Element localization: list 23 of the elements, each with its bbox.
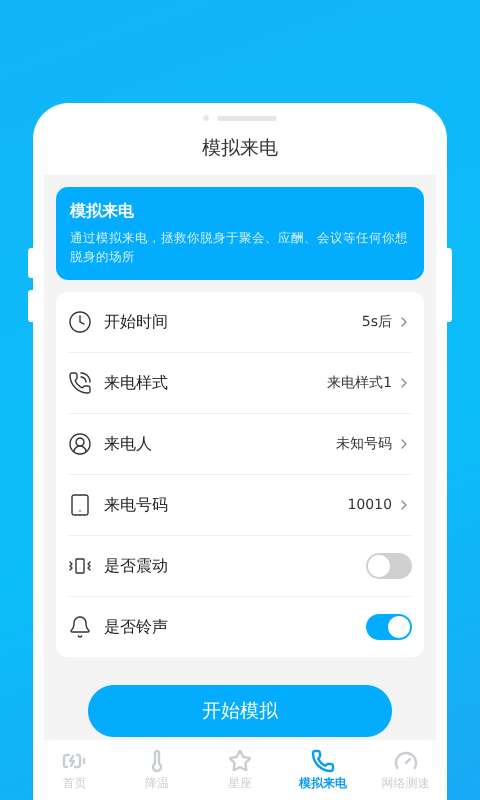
user-icon (68, 432, 92, 456)
setting-value[interactable]: 10010 (347, 497, 392, 513)
setting-label: 开始时间 (104, 312, 169, 332)
star-icon (228, 748, 252, 772)
page-title: 模拟来电 (202, 136, 278, 161)
toggle-switch[interactable] (366, 553, 412, 579)
setting-label: 是否震动 (104, 556, 169, 576)
setting-value[interactable]: 未知号码 (336, 435, 392, 453)
setting-label: 来电人 (104, 434, 153, 454)
setting-label: 是否铃声 (104, 616, 169, 638)
setting-value[interactable]: 5s后 (362, 313, 392, 331)
toggle-switch[interactable] (366, 614, 412, 640)
setting-label: 来电样式 (104, 372, 169, 394)
start-button[interactable]: 开始模拟 (88, 685, 392, 737)
bell-icon (68, 615, 92, 639)
banner-title: 模拟来电 (70, 201, 135, 222)
tab-item[interactable]: 模拟来电 (288, 748, 358, 792)
setting-value[interactable]: 来电样式1 (327, 374, 392, 392)
setting-label: 来电号码 (104, 494, 169, 516)
phone-icon (310, 748, 335, 772)
clock-icon (68, 310, 92, 334)
banner-description: 通过模拟来电，拯救你脱身于聚会、应酬、会议等任何你想脱身的场所 (70, 229, 409, 266)
phone-icon (68, 371, 92, 395)
